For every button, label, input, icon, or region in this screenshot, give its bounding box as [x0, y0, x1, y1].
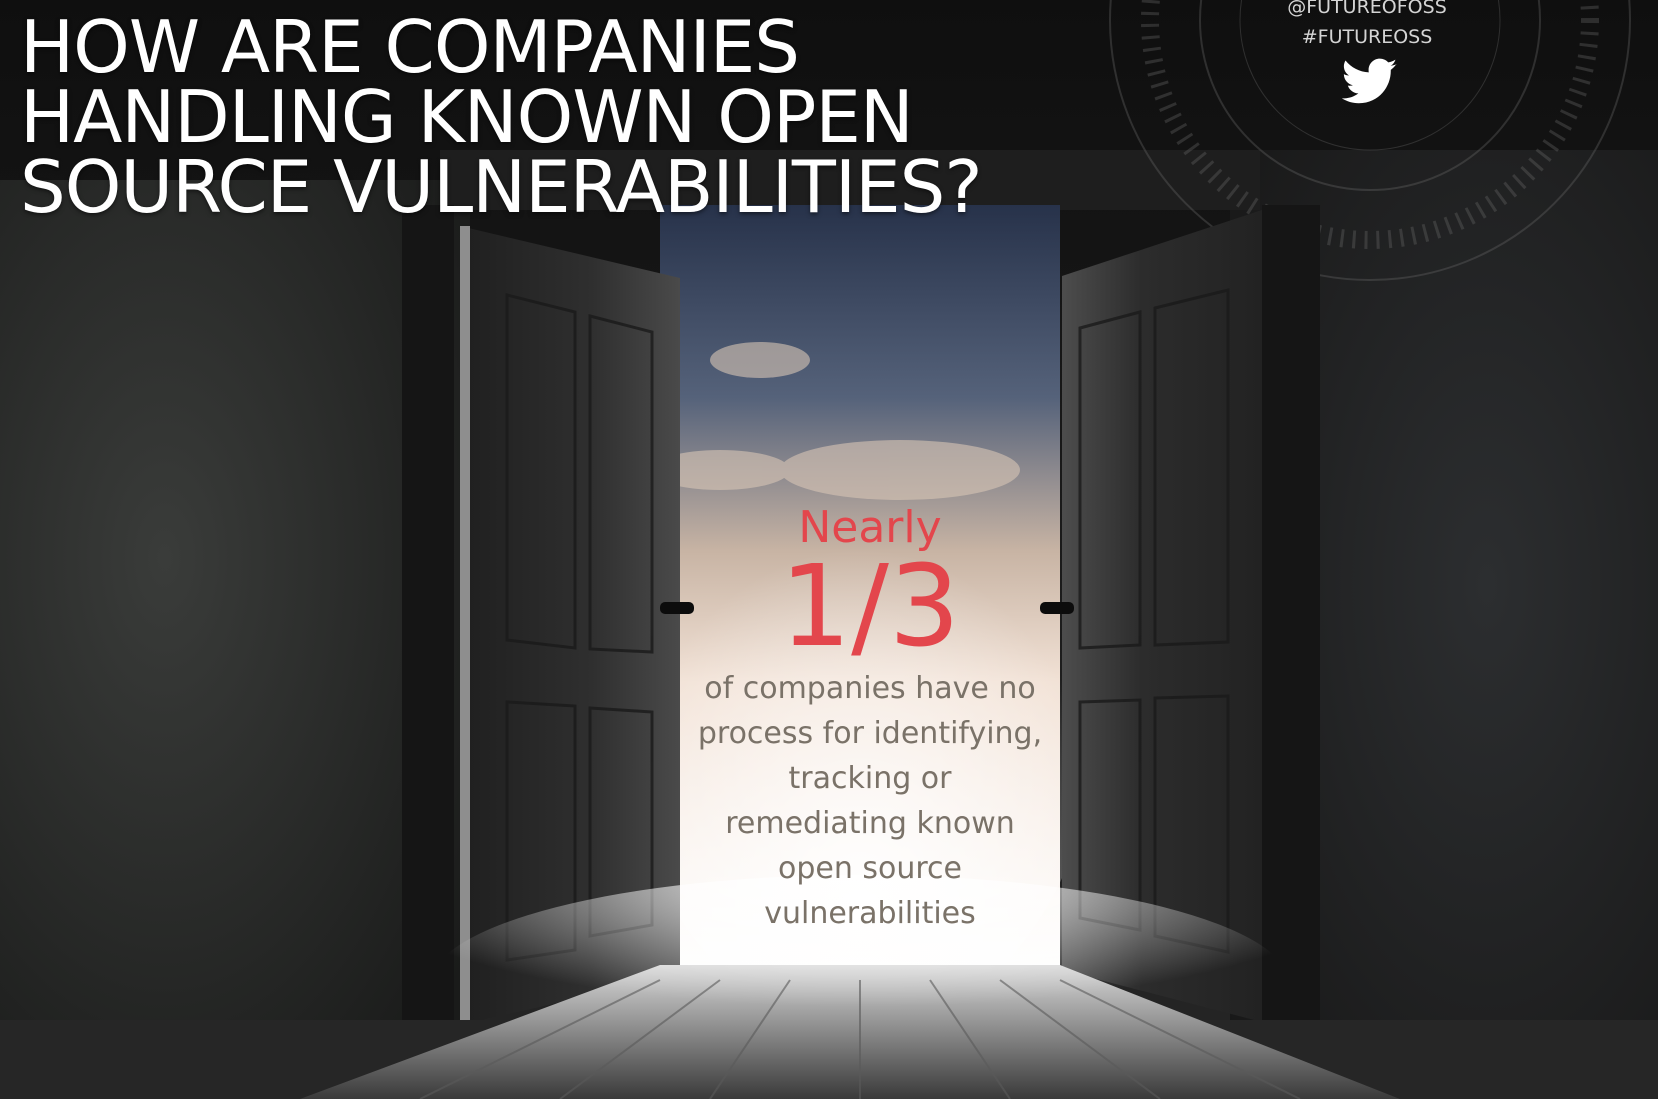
stat-description: of companies have no process for identif… — [697, 671, 1043, 931]
title-line: HANDLING KNOWN OPEN — [20, 75, 914, 159]
twitter-handle: @FUTUREOFOSS — [1287, 0, 1447, 18]
hashtag: #FUTUREOSS — [1301, 26, 1433, 48]
title-line: SOURCE VULNERABILITIES? — [20, 145, 983, 229]
social-handles: @FUTUREOFOSS #FUTUREOSS — [1262, 0, 1472, 52]
title-line: HOW ARE COMPANIES — [20, 5, 800, 89]
statistic-callout: Nearly 1/3 of companies have no process … — [690, 500, 1050, 936]
stat-value: 1/3 — [779, 542, 961, 672]
slide-title: HOW ARE COMPANIES HANDLING KNOWN OPEN SO… — [20, 5, 983, 229]
twitter-bird-icon — [1342, 58, 1398, 104]
